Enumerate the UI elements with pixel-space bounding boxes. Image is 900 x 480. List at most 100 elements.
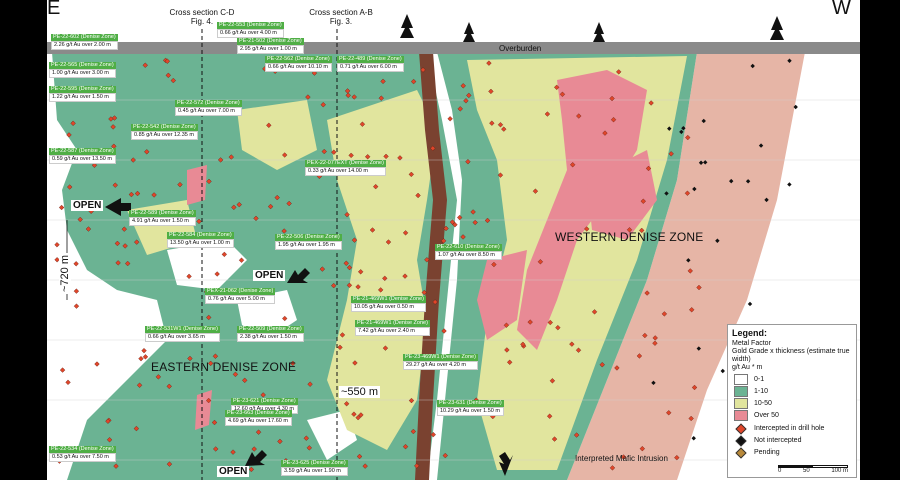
- drill-hole-grade: 0.53 g/t Au over 7.50 m: [49, 453, 116, 462]
- drill-hole-grade: 1.07 g/t Au over 8.50 m: [435, 251, 502, 260]
- drill-hole-grade: 2.95 g/t Au over 1.00 m: [237, 45, 304, 54]
- drill-intercept-label: PE-21-502 (Denise Zone) 2.95 g/t Au over …: [237, 38, 304, 54]
- drill-hole-grade: 1.95 g/t Au over 1.95 m: [275, 241, 342, 250]
- drill-hole-name: PE-22-531W1 (Denise Zone): [145, 326, 220, 333]
- drill-hole-name: PE-22-542 (Denise Zone): [131, 124, 198, 131]
- drill-hole-name: PE-22-562 (Denise Zone): [265, 56, 332, 63]
- drill-intercept-label: PEX-21-062 (Denise Zone) 0.76 g/t Au over…: [205, 288, 276, 304]
- open-label: OPEN: [253, 270, 286, 281]
- drill-hole-grade: 1.22 g/t Au over 1.50 m: [49, 93, 116, 102]
- drill-hole-name: PE-22-610 (Denise Zone): [435, 244, 502, 251]
- drill-hole-name: PE-22-509 (Denise Zone): [237, 326, 304, 333]
- east-direction-label: E: [47, 0, 61, 19]
- drill-hole-name: PE-22-553 (Denise Zone): [217, 22, 284, 29]
- drill-intercept-label: PE-22-531W1 (Denise Zone) 0.66 g/t Au ove…: [145, 326, 220, 342]
- drill-hole-grade: 7.42 g/t Au over 2.40 m: [355, 327, 430, 336]
- legend-marker-label: Pending: [754, 449, 780, 456]
- legend-swatch: [734, 410, 748, 421]
- drill-hole-grade: 0.76 g/t Au over 5.00 m: [205, 295, 276, 304]
- drill-intercept-label: PE-23-469W1 (Denise Zone) 29.27 g/t Au ov…: [403, 354, 478, 370]
- drill-hole-name: PE-23-469W1 (Denise Zone): [403, 354, 478, 361]
- drill-hole-name: PE-21-502 (Denise Zone): [237, 38, 304, 45]
- drill-intercept-label: PE-22-509 (Denise Zone) 2.38 g/t Au over …: [237, 326, 304, 342]
- drill-hole-grade: 10.29 g/t Au over 1.50 m: [437, 407, 504, 416]
- open-label: OPEN: [71, 200, 104, 211]
- drill-intercept-label: PE-22-534 (Denise Zone) 0.53 g/t Au over …: [49, 446, 116, 462]
- open-label: OPEN: [217, 466, 250, 477]
- drill-hole-grade: 4.91 g/t Au over 1.50 m: [129, 217, 196, 226]
- drill-hole-name: PE-21-469W1 (Denise Zone): [355, 320, 430, 327]
- diamond-marker-icon: [735, 422, 747, 435]
- legend-class-label: 1-10: [754, 388, 769, 395]
- drill-hole-grade: 4.69 g/t Au over 17.60 m: [225, 417, 292, 426]
- legend-class-row: 1-10: [734, 386, 856, 397]
- drill-hole-grade: 0.59 g/t Au over 13.50 m: [49, 155, 116, 164]
- legend-swatch: [734, 386, 748, 397]
- drill-hole-name: PE-23-663 (Denise Zone): [225, 410, 292, 417]
- drill-hole-grade: 0.66 g/t Au over 3.65 m: [145, 333, 220, 342]
- legend-class-row: 0-1: [734, 374, 856, 385]
- drill-hole-name: PE-22-506 (Denise Zone): [275, 234, 342, 241]
- legend-marker-row: Not intercepted: [734, 434, 856, 447]
- legend-marker-row: Intercepted in drill hole: [734, 422, 856, 435]
- drill-hole-grade: 13.50 g/t Au over 1.00 m: [167, 239, 234, 248]
- screenshot-stage: E W Cross section C-D Fig. 4. Cross sect…: [0, 0, 900, 480]
- legend-class-row: Over 50: [734, 410, 856, 421]
- drill-hole-name: PE-22-489 (Denise Zone): [337, 56, 404, 63]
- drill-hole-name: PE-22-602 (Denise Zone): [51, 34, 118, 41]
- legend-marker-label: Intercepted in drill hole: [754, 425, 825, 432]
- drill-hole-name: PE-22-589 (Denise Zone): [129, 210, 196, 217]
- drill-intercept-label: PE-22-542 (Denise Zone) 0.85 g/t Au over …: [131, 124, 198, 140]
- legend-classes: 0-1 1-10 10-50 Over 50: [728, 374, 856, 421]
- western-zone-label: WESTERN DENISE ZONE: [555, 230, 704, 244]
- legend-markers: Intercepted in drill hole Not intercepted…: [728, 422, 856, 459]
- drill-hole-grade: 1.00 g/t Au over 3.00 m: [49, 69, 116, 78]
- drill-hole-grade: 0.45 g/t Au over 7.00 m: [175, 107, 242, 116]
- legend-title: Legend:: [732, 328, 767, 338]
- overburden-label: Overburden: [499, 44, 542, 53]
- drill-hole-grade: 0.33 g/t Au over 14.00 m: [305, 167, 386, 176]
- drill-intercept-label: PE-21-469W1 (Denise Zone) 10.05 g/t Au ov…: [351, 296, 426, 312]
- drill-hole-name: PE-22-595 (Denise Zone): [49, 86, 116, 93]
- drill-hole-grade: 29.27 g/t Au over 4.20 m: [403, 361, 478, 370]
- scale-tick: 100 m: [831, 468, 848, 474]
- drill-intercept-label: PE-23-631 (Denise Zone) 10.29 g/t Au over…: [437, 400, 504, 416]
- drill-intercept-label: PE-22-506 (Denise Zone) 1.95 g/t Au over …: [275, 234, 342, 250]
- drill-intercept-label: PE-22-587 (Denise Zone) 0.59 g/t Au over …: [49, 148, 116, 164]
- legend-class-label: 0-1: [754, 376, 765, 383]
- overburden-band: [47, 42, 860, 54]
- legend-swatch: [734, 374, 748, 385]
- mafic-intrusion-label: Interpreted Mafic Intrusion: [575, 454, 668, 463]
- drill-hole-grade: 2.26 g/t Au over 2.00 m: [51, 41, 118, 50]
- west-direction-label: W: [832, 0, 851, 19]
- drill-hole-grade: 0.71 g/t Au over 6.00 m: [337, 63, 404, 72]
- drill-hole-name: PEX-22-077EXT (Denise Zone): [305, 160, 386, 167]
- drill-hole-name: PE-22-534 (Denise Zone): [49, 446, 116, 453]
- drill-intercept-label: PEX-22-077EXT (Denise Zone) 0.33 g/t Au o…: [305, 160, 386, 176]
- eastern-pink-patch: [187, 165, 207, 205]
- drill-intercept-label: PE-23-625 (Denise Zone) 3.59 g/t Au over …: [281, 460, 348, 476]
- drill-intercept-label: PE-22-589 (Denise Zone) 4.91 g/t Au over …: [129, 210, 196, 226]
- drill-intercept-label: PE-22-489 (Denise Zone) 0.71 g/t Au over …: [337, 56, 404, 72]
- depth-left-label: ~720 m: [59, 253, 71, 294]
- legend-marker-row: Pending: [734, 446, 856, 459]
- scale-tick: 0: [778, 468, 782, 474]
- scale-tick: 50: [802, 468, 810, 474]
- drill-hole-name: PEX-21-062 (Denise Zone): [205, 288, 276, 295]
- drill-intercept-label: PE-22-572 (Denise Zone) 0.45 g/t Au over …: [175, 100, 242, 116]
- drill-hole-grade: 0.66 g/t Au over 4.00 m: [217, 29, 284, 38]
- drill-hole-name: PE-21-469W1 (Denise Zone): [351, 296, 426, 303]
- drill-hole-name: PE-23-625 (Denise Zone): [281, 460, 348, 467]
- legend-marker-label: Not intercepted: [754, 437, 802, 444]
- drill-intercept-label: PE-22-562 (Denise Zone) 0.66 g/t Au over …: [265, 56, 332, 72]
- legend-swatch: [734, 398, 748, 409]
- cross-section-ab-label: Cross section A-B Fig. 3.: [299, 8, 383, 26]
- longitudinal-section-map: E W Cross section C-D Fig. 4. Cross sect…: [47, 0, 860, 480]
- drill-hole-name: PE-22-572 (Denise Zone): [175, 100, 242, 107]
- drill-intercept-label: PE-22-602 (Denise Zone) 2.26 g/t Au over …: [51, 34, 118, 50]
- drill-intercept-label: PE-22-553 (Denise Zone) 0.66 g/t Au over …: [217, 22, 284, 38]
- drill-intercept-label: PE-22-584 (Denise Zone) 13.50 g/t Au over…: [167, 232, 234, 248]
- drill-hole-name: PE-23-621 (Denise Zone): [231, 398, 298, 405]
- drill-hole-grade: 2.38 g/t Au over 1.50 m: [237, 333, 304, 342]
- drill-hole-name: PE-22-584 (Denise Zone): [167, 232, 234, 239]
